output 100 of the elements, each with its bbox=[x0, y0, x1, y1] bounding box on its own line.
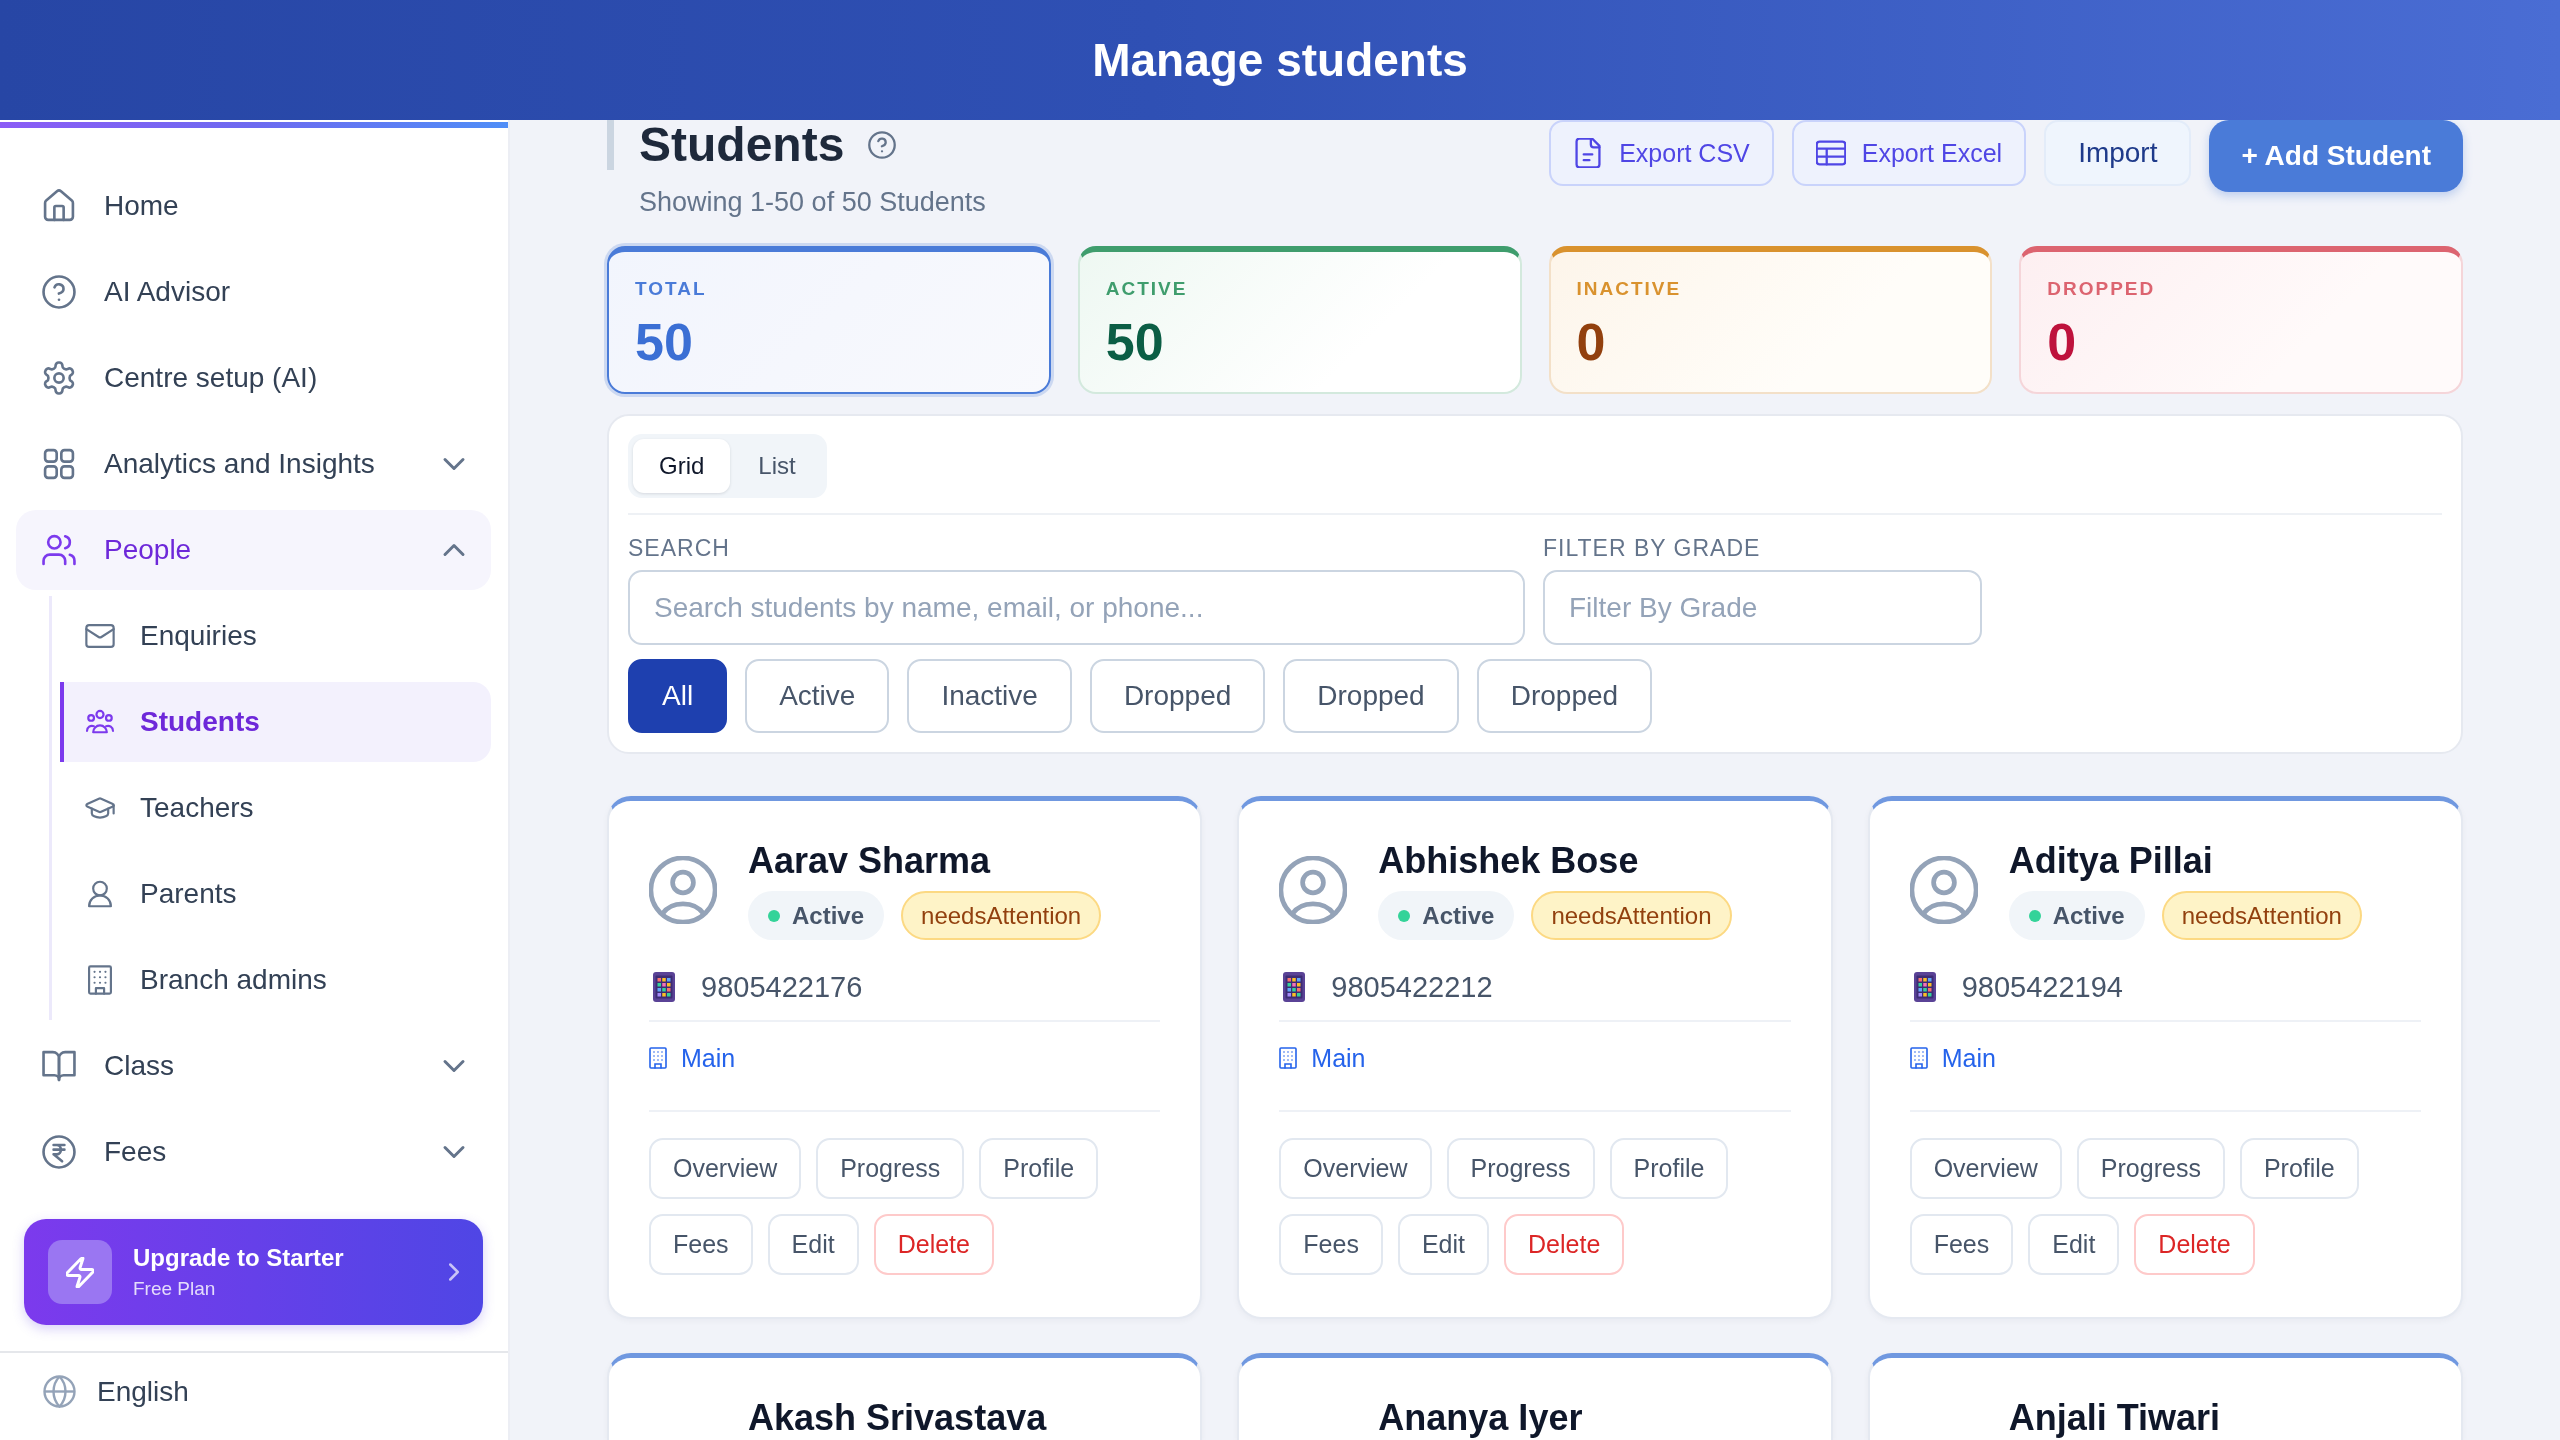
student-name: Akash Srivastava bbox=[748, 1396, 1047, 1440]
status-filter-button[interactable]: Inactive bbox=[907, 659, 1072, 733]
card-action-button[interactable]: Edit bbox=[767, 1214, 859, 1275]
nav-subitem[interactable]: Branch admins bbox=[60, 940, 491, 1020]
page-subtitle: Showing 1-50 of 50 Students bbox=[639, 186, 986, 218]
status-filter-button[interactable]: Dropped bbox=[1089, 659, 1266, 733]
card-action-button[interactable]: Overview bbox=[1909, 1138, 2062, 1199]
document-icon bbox=[1573, 138, 1604, 168]
student-name: Anjali Tiwari bbox=[2008, 1396, 2221, 1440]
attention-tag: needsAttention bbox=[1531, 891, 1732, 940]
status-dot-icon bbox=[1398, 909, 1411, 922]
help-icon bbox=[42, 275, 76, 309]
nav-item[interactable]: Class bbox=[16, 1026, 491, 1106]
building-icon bbox=[85, 965, 115, 995]
delete-button[interactable]: Delete bbox=[1504, 1214, 1625, 1275]
status-dot-icon bbox=[2028, 909, 2041, 922]
chevron-right-icon bbox=[449, 1263, 459, 1281]
card-action-button[interactable]: Profile bbox=[1609, 1138, 1729, 1199]
status-filter-button[interactable]: All bbox=[628, 659, 728, 733]
stat-card[interactable]: DROPPED 0 bbox=[2019, 246, 2463, 394]
add-button[interactable]: + Add Student bbox=[2209, 120, 2463, 192]
table-icon bbox=[1815, 138, 1846, 168]
status-filter-button[interactable]: Active bbox=[745, 659, 890, 733]
nav-item[interactable]: Home bbox=[16, 166, 491, 246]
nav-item[interactable]: People bbox=[16, 510, 491, 590]
avatar-icon bbox=[1909, 855, 1978, 924]
mobile-phone-icon bbox=[1283, 972, 1306, 1002]
stat-label: DROPPED bbox=[2047, 278, 2157, 300]
status-text: Active bbox=[1422, 901, 1495, 930]
stat-value: 50 bbox=[1105, 312, 1165, 372]
language-selector[interactable]: English bbox=[0, 1353, 189, 1408]
stat-card[interactable]: INACTIVE 0 bbox=[1548, 246, 1993, 394]
grade-filter-field[interactable]: Filter By Grade bbox=[1543, 570, 1982, 645]
building-icon bbox=[1909, 1047, 1928, 1069]
card-action-button[interactable]: Profile bbox=[979, 1138, 1099, 1199]
building-icon bbox=[649, 1047, 667, 1069]
stat-card[interactable]: TOTAL 50 bbox=[607, 246, 1051, 394]
settings-icon bbox=[42, 361, 76, 395]
building-icon bbox=[1279, 1047, 1298, 1069]
nav-subitem[interactable]: Enquiries bbox=[60, 596, 491, 676]
stat-card[interactable]: ACTIVE 50 bbox=[1077, 246, 1522, 394]
branch-link[interactable]: Main bbox=[681, 1043, 736, 1073]
nav-item[interactable]: Fees bbox=[16, 1112, 491, 1192]
export-button[interactable]: Export CSV bbox=[1549, 120, 1774, 186]
phone-number: 9805422212 bbox=[1331, 970, 1493, 1004]
nav-item[interactable]: Centre setup (AI) bbox=[16, 338, 491, 418]
mail-icon bbox=[85, 621, 115, 651]
title-accent-bar bbox=[607, 120, 614, 170]
book-icon bbox=[42, 1049, 76, 1083]
mobile-phone-icon bbox=[653, 972, 675, 1002]
import-button[interactable]: Import bbox=[2044, 120, 2192, 186]
student-name: Aditya Pillai bbox=[2008, 839, 2213, 883]
nav-subitem[interactable]: Teachers bbox=[60, 768, 491, 848]
phone-number: 9805422194 bbox=[1961, 970, 2123, 1004]
page-title: Students bbox=[639, 120, 845, 170]
person-icon bbox=[85, 879, 115, 909]
home-icon bbox=[42, 189, 76, 223]
stat-value: 0 bbox=[2047, 312, 2078, 372]
student-name: Ananya Iyer bbox=[1378, 1396, 1583, 1440]
card-action-button[interactable]: Edit bbox=[2028, 1214, 2120, 1275]
stat-label: INACTIVE bbox=[1576, 278, 1683, 300]
globe-icon bbox=[43, 1375, 76, 1408]
card-action-button[interactable]: Edit bbox=[1397, 1214, 1489, 1275]
people-icon bbox=[42, 533, 76, 567]
delete-button[interactable]: Delete bbox=[873, 1214, 994, 1275]
card-action-button[interactable]: Fees bbox=[649, 1214, 753, 1275]
branch-link[interactable]: Main bbox=[1941, 1043, 1996, 1073]
avatar-icon bbox=[1279, 855, 1348, 924]
lightning-icon bbox=[48, 1240, 112, 1304]
card-action-button[interactable]: Overview bbox=[649, 1138, 802, 1199]
view-tab[interactable]: List bbox=[732, 439, 822, 493]
view-tab[interactable]: Grid bbox=[633, 439, 731, 493]
status-filter-button[interactable]: Dropped bbox=[1476, 659, 1653, 733]
avatar-icon bbox=[649, 855, 717, 924]
nav-subitem[interactable]: Parents bbox=[60, 854, 491, 934]
card-action-button[interactable]: Fees bbox=[1279, 1214, 1383, 1275]
card-action-button[interactable]: Progress bbox=[1446, 1138, 1595, 1199]
delete-button[interactable]: Delete bbox=[2134, 1214, 2255, 1275]
rupee-icon bbox=[42, 1135, 76, 1169]
header-title: Manage students bbox=[1092, 33, 1468, 88]
card-action-button[interactable]: Progress bbox=[816, 1138, 965, 1199]
search-field[interactable]: Search students by name, email, or phone... bbox=[628, 570, 1525, 645]
field-label: FILTER BY GRADE bbox=[1543, 535, 1761, 562]
nav-item[interactable]: Analytics and Insights bbox=[16, 424, 491, 504]
help-icon[interactable] bbox=[868, 131, 897, 159]
stat-label: ACTIVE bbox=[1105, 278, 1189, 300]
card-action-button[interactable]: Progress bbox=[2076, 1138, 2225, 1199]
phone-number: 9805422176 bbox=[701, 970, 863, 1004]
card-action-button[interactable]: Fees bbox=[1909, 1214, 2014, 1275]
branch-link[interactable]: Main bbox=[1311, 1043, 1366, 1073]
upgrade-button[interactable]: Upgrade to Starter Free Plan bbox=[24, 1219, 483, 1325]
nav-subitem[interactable]: Students bbox=[60, 682, 491, 762]
field-label: SEARCH bbox=[628, 535, 730, 562]
status-filter-button[interactable]: Dropped bbox=[1283, 659, 1459, 733]
card-action-button[interactable]: Overview bbox=[1279, 1138, 1432, 1199]
export-button[interactable]: Export Excel bbox=[1791, 120, 2027, 186]
attention-tag: needsAttention bbox=[901, 891, 1102, 940]
attention-tag: needsAttention bbox=[2161, 891, 2362, 940]
card-action-button[interactable]: Profile bbox=[2239, 1138, 2359, 1199]
nav-item[interactable]: AI Advisor bbox=[16, 252, 491, 332]
